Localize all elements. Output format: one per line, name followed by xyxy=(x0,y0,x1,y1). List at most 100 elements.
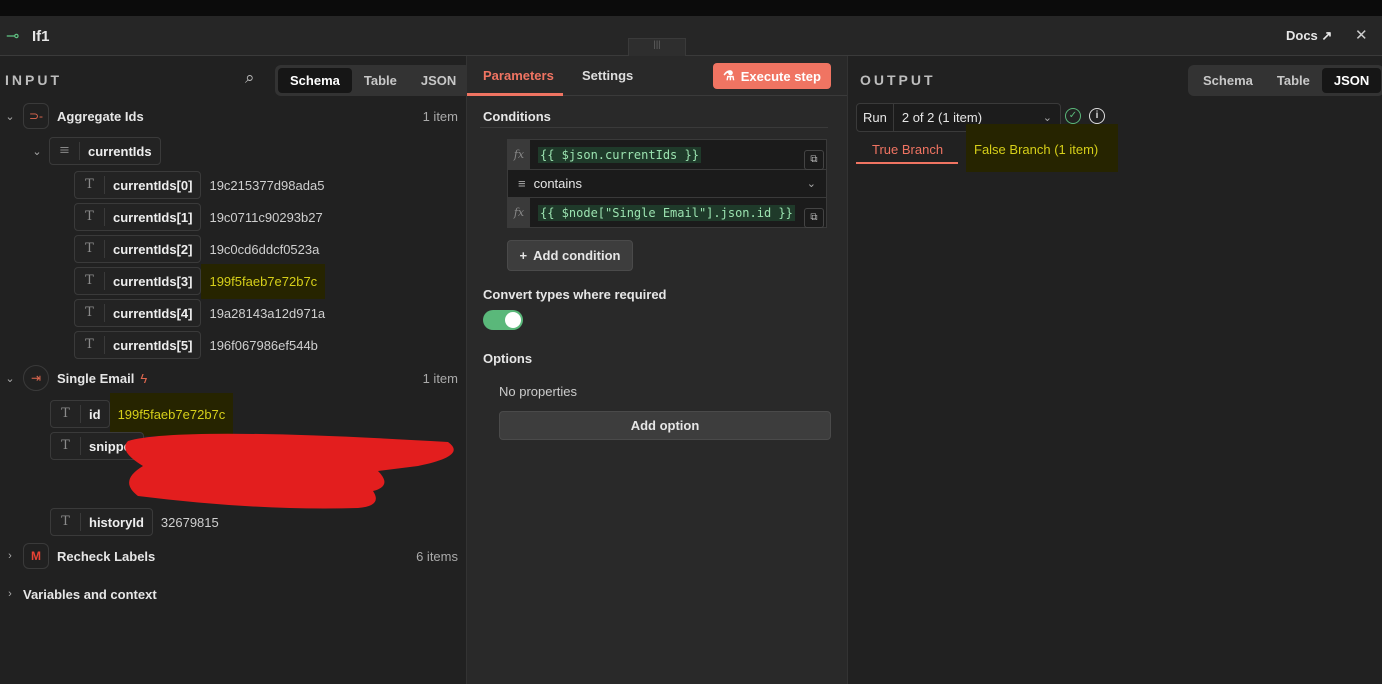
run-label: Run xyxy=(857,104,894,131)
field-row[interactable]: TcurrentIds[0] 19c215377d98ada5 xyxy=(74,171,325,199)
tab-false-branch[interactable]: False Branch (1 item) xyxy=(974,142,1098,157)
tab-settings[interactable]: Settings xyxy=(582,68,633,83)
redaction-scribble xyxy=(125,433,454,509)
tab-schema[interactable]: Schema xyxy=(278,68,352,93)
execute-label: Execute step xyxy=(740,68,821,84)
top-bar xyxy=(0,0,1382,16)
field-row[interactable]: TcurrentIds[1] 19c0711c90293b27 xyxy=(74,203,323,231)
text-type-icon: T xyxy=(75,272,105,290)
tab-json[interactable]: JSON xyxy=(1321,68,1382,93)
search-icon[interactable]: ⌕ xyxy=(245,68,255,88)
fx-icon: fx xyxy=(508,140,530,169)
chevron-down-icon[interactable]: ⌄ xyxy=(0,372,20,385)
list-icon: ≡ xyxy=(50,142,80,160)
drag-handle[interactable]: ||| xyxy=(628,38,686,56)
output-label: OUTPUT xyxy=(860,72,936,88)
chevron-down-icon[interactable]: ⌄ xyxy=(27,145,47,158)
field-row[interactable]: TcurrentIds[3] 199f5faeb7e72b7c xyxy=(74,263,326,299)
add-condition-button[interactable]: + Add condition xyxy=(507,240,633,271)
text-type-icon: T xyxy=(75,304,105,322)
no-properties-text: No properties xyxy=(499,384,578,399)
tab-parameters[interactable]: Parameters xyxy=(483,68,554,83)
text-type-icon: T xyxy=(51,513,81,531)
tab-schema[interactable]: Schema xyxy=(1191,68,1265,93)
input-panel: INPUT ⌕ Schema Table JSON ⌄ ⊃- Aggregate… xyxy=(0,56,472,684)
field-key: historyId xyxy=(89,514,144,530)
aggregate-icon: ⊃- xyxy=(23,103,49,129)
trigger-icon: ⇥ xyxy=(23,365,49,391)
if-node-icon: ⊸ xyxy=(6,28,20,45)
convert-types-toggle[interactable] xyxy=(483,310,523,330)
text-type-icon: T xyxy=(75,208,105,226)
success-check-icon: ✓ xyxy=(1065,108,1081,124)
expression: {{ $node["Single Email"].json.id }} xyxy=(538,204,795,221)
info-icon[interactable]: i xyxy=(1089,108,1105,124)
left-value-input[interactable]: fx {{ $json.currentIds }} ⧉ xyxy=(508,140,826,170)
tab-table[interactable]: Table xyxy=(352,68,409,93)
field-row[interactable]: TcurrentIds[2] 19c0cd6ddcf0523a xyxy=(74,235,320,263)
array-currentids[interactable]: ⌄ ≡ currentIds xyxy=(27,137,161,165)
variables-and-context[interactable]: › Variables and context xyxy=(0,582,157,606)
run-value: 2 of 2 (1 item) xyxy=(901,110,983,125)
input-label: INPUT xyxy=(5,72,62,88)
chevron-right-icon[interactable]: › xyxy=(0,588,20,600)
divider xyxy=(480,127,828,128)
list-icon: ≡ xyxy=(518,176,526,191)
input-view-switch: Schema Table JSON xyxy=(275,65,472,96)
tab-true-branch[interactable]: True Branch xyxy=(872,142,943,157)
convert-types-label: Convert types where required xyxy=(483,287,667,302)
item-count: 6 items xyxy=(416,548,458,564)
field-row[interactable]: TcurrentIds[5] 196f067986ef544b xyxy=(74,331,318,359)
options-title: Options xyxy=(483,351,533,366)
active-tab-indicator xyxy=(856,162,958,164)
field-row[interactable]: TcurrentIds[4] 19a28143a12d971a xyxy=(74,299,325,327)
output-panel: OUTPUT Schema Table JSON Run 2 of 2 (1 i… xyxy=(848,56,1382,684)
external-link-icon: ↗ xyxy=(1321,28,1333,43)
text-type-icon: T xyxy=(75,240,105,258)
field-value: 19c215377d98ada5 xyxy=(209,177,325,193)
chevron-down-icon[interactable]: ⌄ xyxy=(0,110,20,123)
item-count: 1 item xyxy=(422,370,458,386)
node-title[interactable]: If1 xyxy=(32,28,50,45)
section-label: Variables and context xyxy=(23,586,157,602)
close-icon[interactable]: ✕ xyxy=(1355,26,1368,44)
text-type-icon: T xyxy=(51,405,81,423)
field-value: 32679815 xyxy=(160,514,219,530)
item-count: 1 item xyxy=(422,108,458,124)
docs-label: Docs xyxy=(1286,28,1318,43)
add-option-button[interactable]: Add option xyxy=(499,411,831,440)
field-row[interactable]: Tid 199f5faeb7e72b7c xyxy=(50,392,234,436)
field-key: currentIds xyxy=(88,143,152,159)
field-value: 196f067986ef544b xyxy=(209,337,318,353)
node-name: Single Email xyxy=(57,370,135,386)
field-value: 19c0cd6ddcf0523a xyxy=(209,241,320,257)
operator-value: contains xyxy=(533,176,583,191)
expression: {{ $json.currentIds }} xyxy=(538,146,701,163)
field-key: currentIds[4] xyxy=(113,305,193,321)
flask-icon: ⚗ xyxy=(723,68,735,83)
output-view-switch: Schema Table JSON xyxy=(1188,65,1382,96)
open-expression-icon[interactable]: ⧉ xyxy=(804,149,824,170)
tab-table[interactable]: Table xyxy=(1265,68,1322,93)
active-tab-indicator xyxy=(467,93,563,96)
add-condition-label: Add condition xyxy=(533,248,621,263)
chevron-right-icon[interactable]: › xyxy=(0,550,20,562)
open-expression-icon[interactable]: ⧉ xyxy=(804,207,824,228)
node-name: Recheck Labels xyxy=(57,548,156,564)
condition-block: fx {{ $json.currentIds }} ⧉ ≡ contains ⌄ fx {… xyxy=(507,139,827,228)
right-value-input[interactable]: fx {{ $node["Single Email"].json.id }} ⧉ xyxy=(508,198,826,228)
docs-link[interactable]: Docs ↗ xyxy=(1286,28,1332,44)
node-aggregate-ids[interactable]: ⌄ ⊃- Aggregate Ids 1 item xyxy=(0,103,466,129)
fx-icon: fx xyxy=(508,198,530,227)
text-type-icon: T xyxy=(51,437,81,455)
field-key: currentIds[3] xyxy=(113,273,193,289)
operator-select[interactable]: ≡ contains ⌄ xyxy=(508,169,826,198)
field-key: currentIds[1] xyxy=(113,209,193,225)
field-row[interactable]: ThistoryId 32679815 xyxy=(50,508,219,536)
text-type-icon: T xyxy=(75,336,105,354)
lightning-icon: ϟ xyxy=(140,370,148,386)
node-recheck-labels[interactable]: › M Recheck Labels 6 items xyxy=(0,543,466,569)
execute-step-button[interactable]: ⚗ Execute step xyxy=(713,63,831,89)
tab-json[interactable]: JSON xyxy=(409,68,468,93)
node-single-email[interactable]: ⌄ ⇥ Single Email ϟ 1 item xyxy=(0,365,466,391)
